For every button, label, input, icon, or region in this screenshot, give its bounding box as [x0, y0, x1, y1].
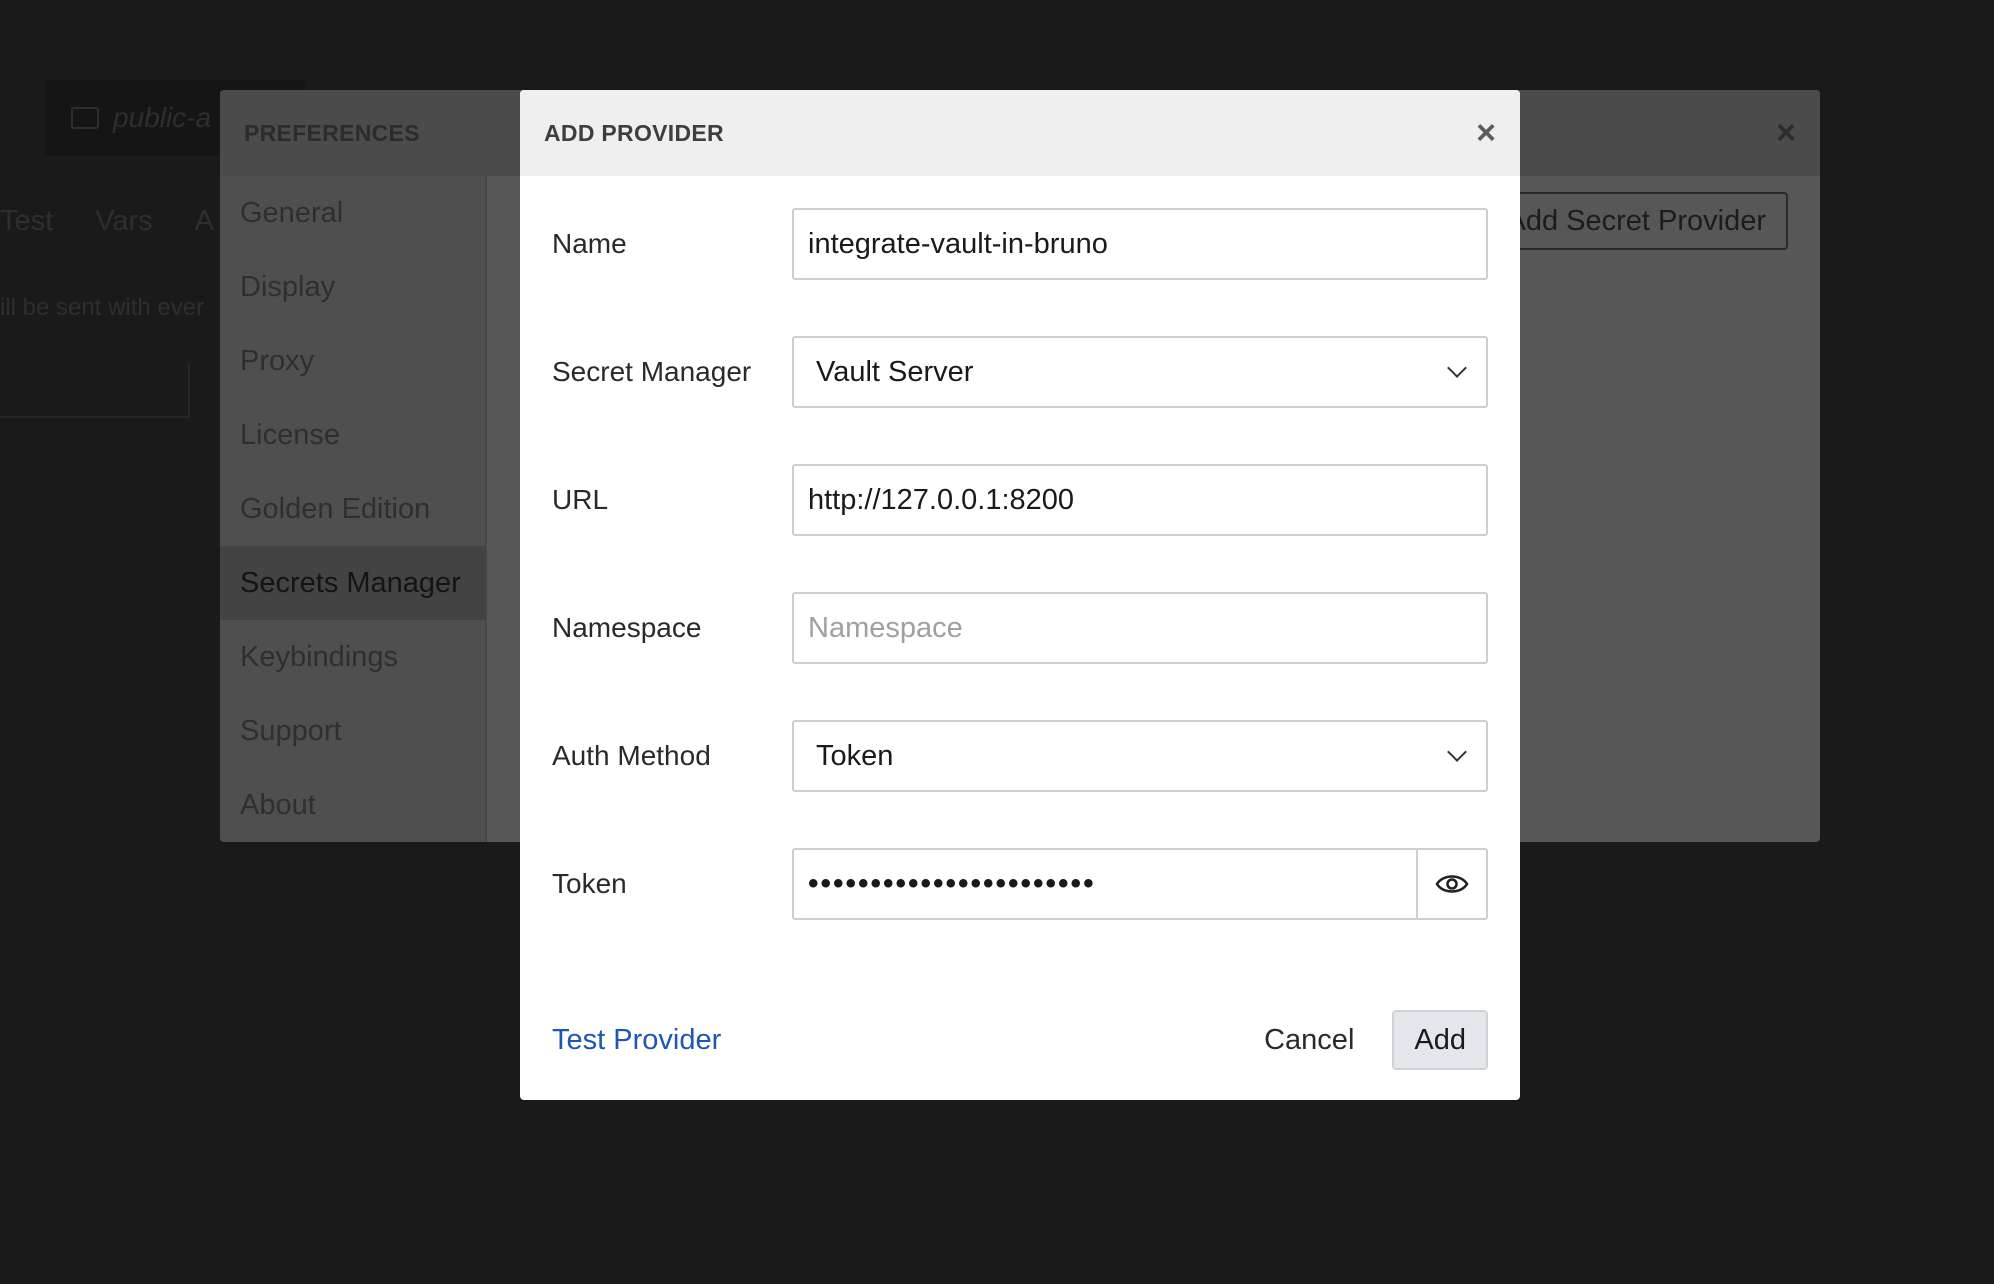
close-icon[interactable]: ×: [1776, 114, 1796, 153]
sidebar-item-license[interactable]: License: [220, 398, 485, 472]
sidebar-item-golden-edition[interactable]: Golden Edition: [220, 472, 485, 546]
toggle-visibility-button[interactable]: [1416, 850, 1486, 918]
name-row: Name integrate-vault-in-bruno: [552, 208, 1488, 280]
add-secret-provider-button[interactable]: Add Secret Provider: [1484, 192, 1788, 250]
auth-method-select[interactable]: Token: [792, 720, 1488, 792]
token-row: Token •••••••••••••••••••••••: [552, 848, 1488, 920]
request-tabs: Test Vars A: [0, 205, 214, 238]
auth-method-value: Token: [816, 739, 894, 772]
secret-manager-label: Secret Manager: [552, 356, 752, 387]
url-label: URL: [552, 484, 609, 515]
name-input[interactable]: integrate-vault-in-bruno: [792, 208, 1488, 280]
add-provider-modal: ADD PROVIDER × Name integrate-vault-in-b…: [520, 90, 1520, 1100]
test-provider-link[interactable]: Test Provider: [552, 1024, 721, 1057]
modal-body: Name integrate-vault-in-bruno Secret Man…: [520, 176, 1520, 920]
sidebar-item-display[interactable]: Display: [220, 250, 485, 324]
tab-auth: A: [194, 205, 215, 237]
modal-footer: Test Provider Cancel Add: [552, 1010, 1488, 1070]
secret-manager-value: Vault Server: [816, 355, 974, 388]
sidebar-item-proxy[interactable]: Proxy: [220, 324, 485, 398]
close-icon[interactable]: ×: [1476, 116, 1496, 150]
sidebar-item-secrets-manager[interactable]: Secrets Manager: [220, 546, 485, 620]
namespace-row: Namespace Namespace: [552, 592, 1488, 664]
collection-name: public-a: [113, 102, 212, 133]
background-note: ill be sent with ever: [0, 294, 205, 321]
sidebar-item-about[interactable]: About: [220, 768, 485, 842]
url-input[interactable]: http://127.0.0.1:8200: [792, 464, 1488, 536]
token-field: •••••••••••••••••••••••: [792, 848, 1488, 920]
sidebar-item-support[interactable]: Support: [220, 694, 485, 768]
folder-icon: [71, 107, 99, 129]
add-button[interactable]: Add: [1392, 1010, 1488, 1070]
preferences-title: PREFERENCES: [244, 119, 420, 146]
secret-manager-select[interactable]: Vault Server: [792, 336, 1488, 408]
secret-manager-row: Secret Manager Vault Server: [552, 336, 1488, 408]
token-input[interactable]: •••••••••••••••••••••••: [794, 850, 1416, 918]
preferences-sidebar: General Display Proxy License Golden Edi…: [220, 176, 487, 842]
name-label: Name: [552, 228, 627, 259]
auth-method-row: Auth Method Token: [552, 720, 1488, 792]
cancel-button[interactable]: Cancel: [1264, 1024, 1354, 1057]
namespace-input[interactable]: Namespace: [792, 592, 1488, 664]
token-label: Token: [552, 868, 627, 899]
sidebar-item-keybindings[interactable]: Keybindings: [220, 620, 485, 694]
auth-method-label: Auth Method: [552, 740, 711, 771]
footer-actions: Cancel Add: [1264, 1010, 1488, 1070]
chevron-down-icon: [1447, 358, 1467, 378]
url-row: URL http://127.0.0.1:8200: [552, 464, 1488, 536]
namespace-label: Namespace: [552, 612, 702, 643]
eye-icon: [1435, 875, 1469, 893]
tab-test: Test: [0, 205, 54, 237]
background-divider: [0, 362, 190, 418]
sidebar-item-general[interactable]: General: [220, 176, 485, 250]
modal-header: ADD PROVIDER ×: [520, 90, 1520, 176]
chevron-down-icon: [1447, 742, 1467, 762]
modal-title: ADD PROVIDER: [544, 119, 724, 146]
tab-vars: Vars: [95, 205, 153, 237]
